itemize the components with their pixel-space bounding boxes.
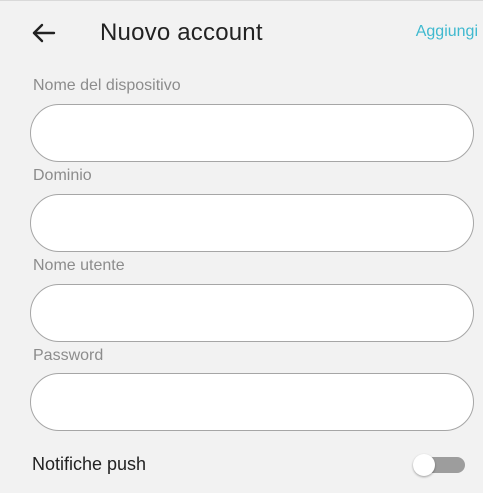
top-bar: Nuovo account Aggiungi: [0, 1, 483, 67]
device-name-input[interactable]: [30, 104, 474, 162]
password-input[interactable]: [30, 373, 474, 431]
push-notifications-toggle[interactable]: [413, 454, 465, 476]
domain-label: Dominio: [33, 167, 92, 184]
add-button[interactable]: Aggiungi: [416, 23, 478, 41]
push-notifications-label: Notifiche push: [32, 454, 147, 474]
back-button[interactable]: [30, 19, 58, 47]
arrow-left-icon: [32, 23, 56, 43]
new-account-screen: Nuovo account Aggiungi Nome del disposit…: [0, 0, 483, 493]
device-name-label: Nome del dispositivo: [33, 77, 181, 94]
username-label: Nome utente: [33, 257, 125, 274]
username-input[interactable]: [30, 284, 474, 342]
push-notifications-row: Notifiche push: [0, 441, 483, 487]
domain-input[interactable]: [30, 194, 474, 252]
page-title: Nuovo account: [100, 19, 263, 46]
password-label: Password: [33, 347, 104, 364]
toggle-thumb: [413, 454, 435, 476]
